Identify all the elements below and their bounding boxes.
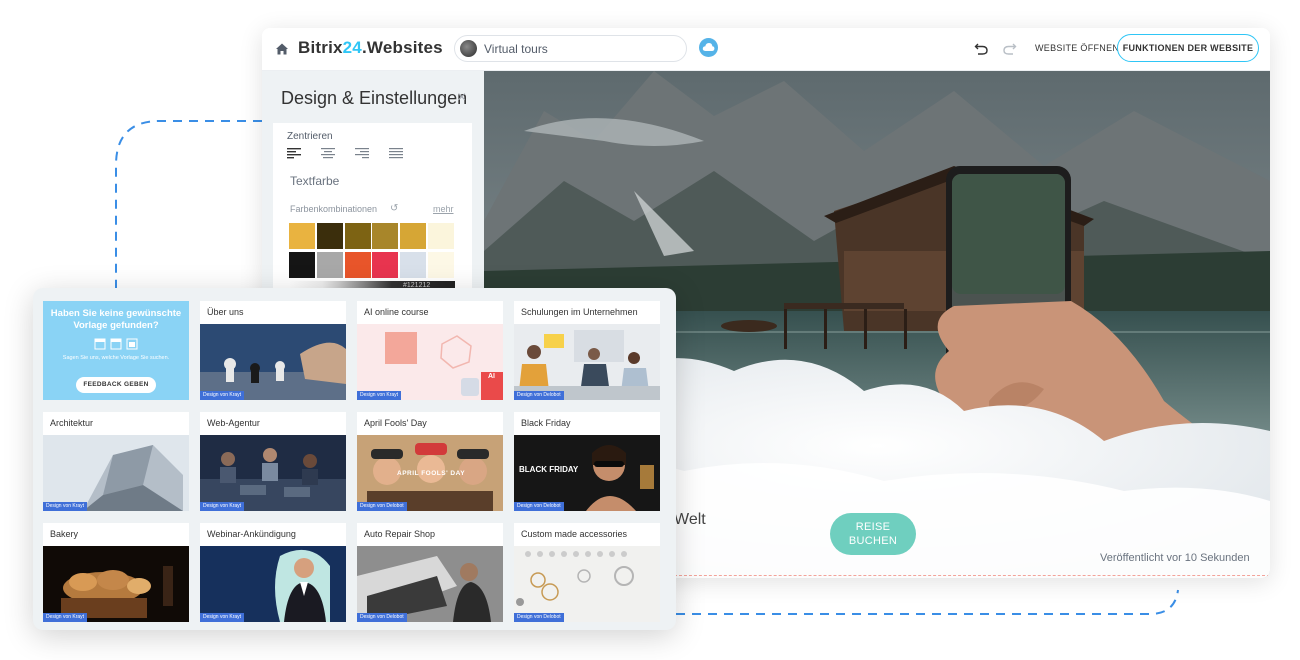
template-title: Black Friday [521,418,571,428]
feedback-subtitle: Sagen Sie uns, welche Vorlage Sie suchen… [62,355,170,361]
template-title: Webinar-Ankündigung [207,529,296,539]
template-title: Web-Agentur [207,418,260,428]
template-preview-image: BLACK FRIDAY Design von Delobot [514,435,660,511]
align-left-icon[interactable] [287,147,301,159]
template-preview-image: Design von Delobot [514,546,660,622]
site-avatar [460,40,477,57]
color-swatch[interactable] [289,223,315,249]
template-title: AI online course [364,307,429,317]
template-preview-image: Design von Krayt [200,435,346,511]
color-swatch[interactable] [344,252,371,278]
template-preview-image: APRIL FOOLS' DAY Design von Delobot [357,435,503,511]
color-swatch[interactable] [289,252,315,278]
design-badge: Design von Krayt [200,613,245,622]
editor-topbar: Bitrix24.Websites Virtual tours WEBSITE … [262,28,1270,71]
undo-icon[interactable] [974,41,989,56]
section-divider [674,575,1270,576]
align-center-icon[interactable] [321,147,335,159]
redo-icon[interactable] [1002,41,1017,56]
cloud-icon [702,43,715,51]
feedback-button[interactable]: FEEDBACK GEBEN [76,377,156,393]
align-justify-icon[interactable] [389,147,403,159]
template-card-custom-accessories[interactable]: Custom made accessories Design von Delob… [514,523,660,622]
brand-logo[interactable]: Bitrix24.Websites [298,38,443,58]
template-card-bakery[interactable]: Bakery Design von Krayt [43,523,189,622]
color-swatch[interactable] [372,223,399,249]
design-badge: Design von Krayt [43,502,88,511]
published-status: Veröffentlicht vor 10 Sekunden [1100,552,1250,564]
site-selector-value: Virtual tours [484,42,548,56]
home-icon[interactable] [274,41,290,57]
color-swatch[interactable] [372,252,399,278]
color-swatch[interactable] [400,223,427,249]
feedback-title: Haben Sie keine gewünschte Vorlage gefun… [50,308,182,331]
design-badge: Design von Delobot [357,613,407,622]
template-title: Über uns [207,307,244,317]
april-fools-banner-text: APRIL FOOLS' DAY [397,470,466,477]
layout-icons [94,338,138,350]
template-card-architecture[interactable]: Architektur Design von Krayt [43,412,189,511]
design-badge: Design von Krayt [43,613,88,622]
design-badge: Design von Krayt [200,502,245,511]
template-title: Bakery [50,529,79,539]
template-card-web-agency[interactable]: Web-Agentur Design von Krayt [200,412,346,511]
template-card-ai-online-course[interactable]: AI online course Design von Krayt AI [357,301,503,400]
template-card-black-friday[interactable]: Black Friday BLACK FRIDAY Design von Del… [514,412,660,511]
template-preview-image: Design von Krayt AI [357,324,503,400]
template-preview-image: Design von Krayt [200,546,346,622]
template-preview-image: Design von Krayt [43,435,189,511]
site-selector[interactable]: Virtual tours [454,35,687,62]
color-swatch[interactable] [316,252,343,278]
template-preview-image: Design von Krayt [200,324,346,400]
design-badge: Design von Krayt [357,391,402,400]
more-colors-link[interactable]: mehr [433,204,454,214]
template-card-auto-repair-shop[interactable]: Auto Repair Shop Design von Delobot [357,523,503,622]
template-title: Auto Repair Shop [364,529,436,539]
design-badge: Design von Delobot [357,502,407,511]
black-friday-banner-text: BLACK FRIDAY [519,465,579,474]
align-label: Zentrieren [287,131,333,142]
template-preview-image: Design von Delobot [357,546,503,622]
color-swatch[interactable] [316,223,343,249]
design-badge: Design von Delobot [514,613,564,622]
website-features-button[interactable]: FUNKTIONEN DER WEBSITE [1117,34,1259,62]
template-card-april-fools-day[interactable]: April Fools' Day APRIL FOOLS' DAY Design… [357,412,503,511]
open-website-link[interactable]: WEBSITE ÖFFNEN [1035,43,1119,53]
color-swatch[interactable] [428,252,454,278]
color-combinations-label: Farbenkombinationen [290,204,378,214]
template-preview-image: Design von Krayt [43,546,189,622]
text-color-label: Textfarbe [290,174,340,188]
ai-badge-text: AI [488,373,495,380]
close-icon[interactable]: × [457,89,466,107]
screenshot-stage: Bitrix24.Websites Virtual tours WEBSITE … [0,0,1300,660]
template-card-webinar-announcement[interactable]: Webinar-Ankündigung Design von Krayt [200,523,346,622]
design-badge: Design von Delobot [514,502,564,511]
template-card-about-us[interactable]: Über uns Design von Krayt [200,301,346,400]
template-title: Architektur [50,418,94,428]
design-badge: Design von Krayt [200,391,245,400]
settings-panel-title: Design & Einstellungen [281,88,468,108]
template-title: Schulungen im Unternehmen [521,307,638,317]
color-swatch[interactable] [344,223,371,249]
color-swatch[interactable] [428,223,454,249]
design-badge: Design von Delobot [514,391,564,400]
brand-logo-part2: .Websites [361,38,443,57]
template-preview-image: Design von Delobot [514,324,660,400]
template-card-corporate-training[interactable]: Schulungen im Unternehmen Design von Del… [514,301,660,400]
book-trip-button-line1: REISE [855,521,891,533]
template-gallery: Haben Sie keine gewünschte Vorlage gefun… [33,288,676,630]
color-swatch[interactable] [400,252,427,278]
feedback-tile: Haben Sie keine gewünschte Vorlage gefun… [43,301,189,400]
reset-icon[interactable]: ↺ [390,203,398,214]
template-title: Custom made accessories [521,529,628,539]
book-trip-button-line2: BUCHEN [848,535,898,547]
hero-heading-fragment: Welt [674,511,706,528]
brand-logo-part1: Bitrix [298,38,343,57]
book-trip-button[interactable]: REISE BUCHEN [830,513,916,555]
brand-logo-number: 24 [342,38,362,57]
publish-cloud-button[interactable] [699,38,718,57]
align-right-icon[interactable] [355,147,369,159]
template-title: April Fools' Day [364,418,427,428]
